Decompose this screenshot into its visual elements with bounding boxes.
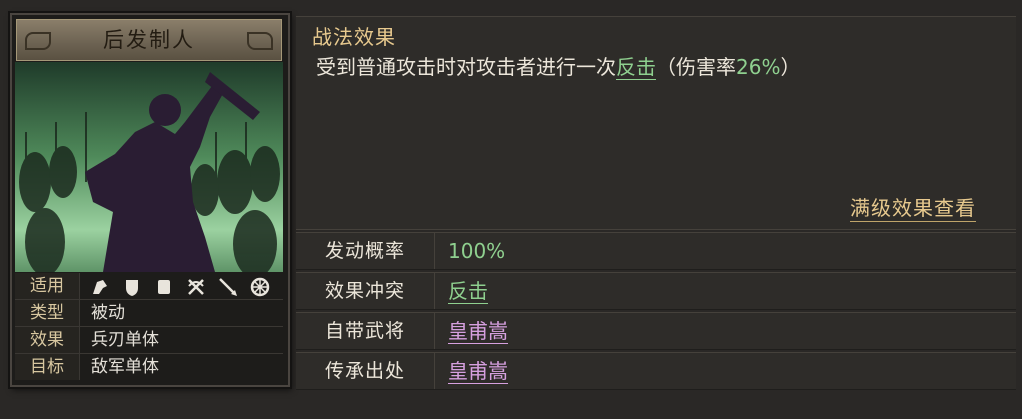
shield-icon bbox=[158, 280, 170, 294]
info-value: 被动 bbox=[91, 303, 125, 323]
spear-icon bbox=[219, 278, 237, 296]
desc-text: ） bbox=[780, 55, 801, 79]
detail-key: 发动概率 bbox=[296, 233, 435, 269]
wheel-icon bbox=[250, 277, 270, 297]
cloud-ornament-icon bbox=[25, 32, 51, 50]
info-key: 目标 bbox=[15, 354, 80, 380]
tactic-info-table: 适用 类型 被动 效果 兵刃单体 目标 敌军单体 bbox=[15, 273, 283, 380]
section-title: 战法效果 bbox=[312, 25, 396, 49]
tactic-name-banner: 后发制人 bbox=[16, 19, 282, 61]
detail-value[interactable]: 皇甫嵩 bbox=[448, 313, 508, 349]
cavalry-icon bbox=[93, 280, 107, 294]
info-value: 兵刃单体 bbox=[91, 330, 159, 350]
info-row-type: 类型 被动 bbox=[15, 300, 283, 327]
unit-type-icons bbox=[89, 276, 271, 298]
conflict-link[interactable]: 反击 bbox=[448, 279, 488, 304]
general-link[interactable]: 皇甫嵩 bbox=[448, 359, 508, 384]
effect-description: 受到普通攻击时对攻击者进行一次反击（伤害率26%） bbox=[316, 51, 800, 80]
detail-row-effect-conflict: 效果冲突 反击 bbox=[296, 272, 1016, 310]
info-row-applicable: 适用 bbox=[15, 273, 283, 300]
detail-row-trigger-rate: 发动概率 100% bbox=[296, 232, 1016, 270]
detail-row-inherit-source: 传承出处 皇甫嵩 bbox=[296, 352, 1016, 390]
info-row-target: 目标 敌军单体 bbox=[15, 354, 283, 380]
info-value: 敌军单体 bbox=[91, 357, 159, 377]
desc-text: 受到普通攻击时对攻击者进行一次 bbox=[316, 55, 616, 79]
detail-value[interactable]: 反击 bbox=[448, 273, 488, 309]
detail-row-own-general: 自带武将 皇甫嵩 bbox=[296, 312, 1016, 350]
general-link[interactable]: 皇甫嵩 bbox=[448, 319, 508, 344]
detail-key: 传承出处 bbox=[296, 353, 435, 389]
tactic-name: 后发制人 bbox=[103, 28, 195, 52]
detail-key: 效果冲突 bbox=[296, 273, 435, 309]
max-level-effect-link[interactable]: 满级效果查看 bbox=[850, 192, 976, 222]
damage-rate: 26% bbox=[736, 55, 781, 79]
desc-text: （伤害率 bbox=[656, 55, 736, 79]
shield-icon bbox=[126, 280, 138, 296]
detail-key: 自带武将 bbox=[296, 313, 435, 349]
info-key: 类型 bbox=[15, 300, 80, 326]
crossed-bow-icon bbox=[188, 279, 204, 295]
counterattack-link[interactable]: 反击 bbox=[616, 55, 656, 80]
tactic-card: 后发制人 适用 类型 被动 效果 兵刃单体 目标 敌军单体 bbox=[10, 13, 290, 387]
detail-value: 100% bbox=[448, 239, 506, 263]
info-key: 效果 bbox=[15, 327, 80, 353]
tactic-illustration bbox=[15, 62, 283, 272]
info-key: 适用 bbox=[15, 273, 80, 299]
tactic-effect-panel: 战法效果 受到普通攻击时对攻击者进行一次反击（伤害率26%） 满级效果查看 bbox=[296, 16, 1016, 230]
cloud-ornament-icon bbox=[247, 32, 273, 50]
detail-value[interactable]: 皇甫嵩 bbox=[448, 353, 508, 389]
info-row-effect: 效果 兵刃单体 bbox=[15, 327, 283, 354]
